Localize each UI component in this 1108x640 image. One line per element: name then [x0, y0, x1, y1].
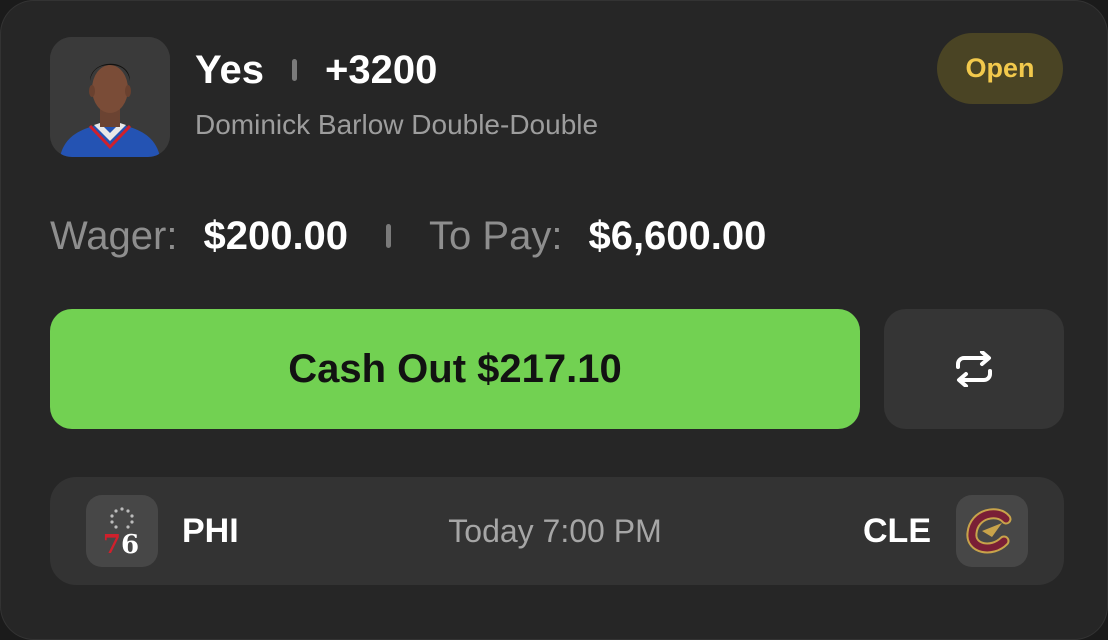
team-abbr-cle: CLE [863, 511, 931, 550]
bet-selection-line: Yes +3200 [195, 46, 437, 94]
cash-out-button[interactable]: Cash Out $217.10 [50, 309, 860, 429]
bet-odds: +3200 [324, 47, 438, 92]
76ers-logo-6: 6 [121, 530, 139, 560]
team-abbr-phi: PHI [182, 511, 239, 550]
wager-label: Wager: [50, 213, 178, 258]
player-headshot-icon [50, 37, 170, 157]
cavaliers-logo-icon [966, 508, 1012, 554]
svg-text:76: 76 [103, 530, 139, 560]
bet-selection: Yes [195, 47, 264, 92]
76ers-logo-7: 7 [103, 530, 121, 560]
divider [386, 224, 392, 248]
game-time: Today 7:00 PM [448, 512, 662, 549]
player-avatar [50, 37, 170, 157]
game-info-bar[interactable]: 76 PHI Today 7:00 PM CLE [50, 477, 1064, 585]
to-pay-value: $6,600.00 [588, 213, 767, 258]
wager-value: $200.00 [203, 213, 349, 258]
swap-arrows-icon [956, 351, 992, 387]
bet-market: Dominick Barlow Double-Double [195, 109, 599, 140]
team-logo-phi: 76 [86, 495, 158, 567]
76ers-logo-icon: 76 [103, 507, 139, 560]
bet-card[interactable]: Yes +3200 Dominick Barlow Double-Double … [0, 0, 1108, 640]
swap-button[interactable] [884, 309, 1064, 429]
status-badge: Open [937, 33, 1063, 104]
bet-amounts: Wager: $200.00 To Pay: $6,600.00 [50, 212, 766, 260]
team-logo-cle [956, 495, 1028, 567]
divider [291, 59, 297, 81]
to-pay-label: To Pay: [429, 213, 563, 258]
